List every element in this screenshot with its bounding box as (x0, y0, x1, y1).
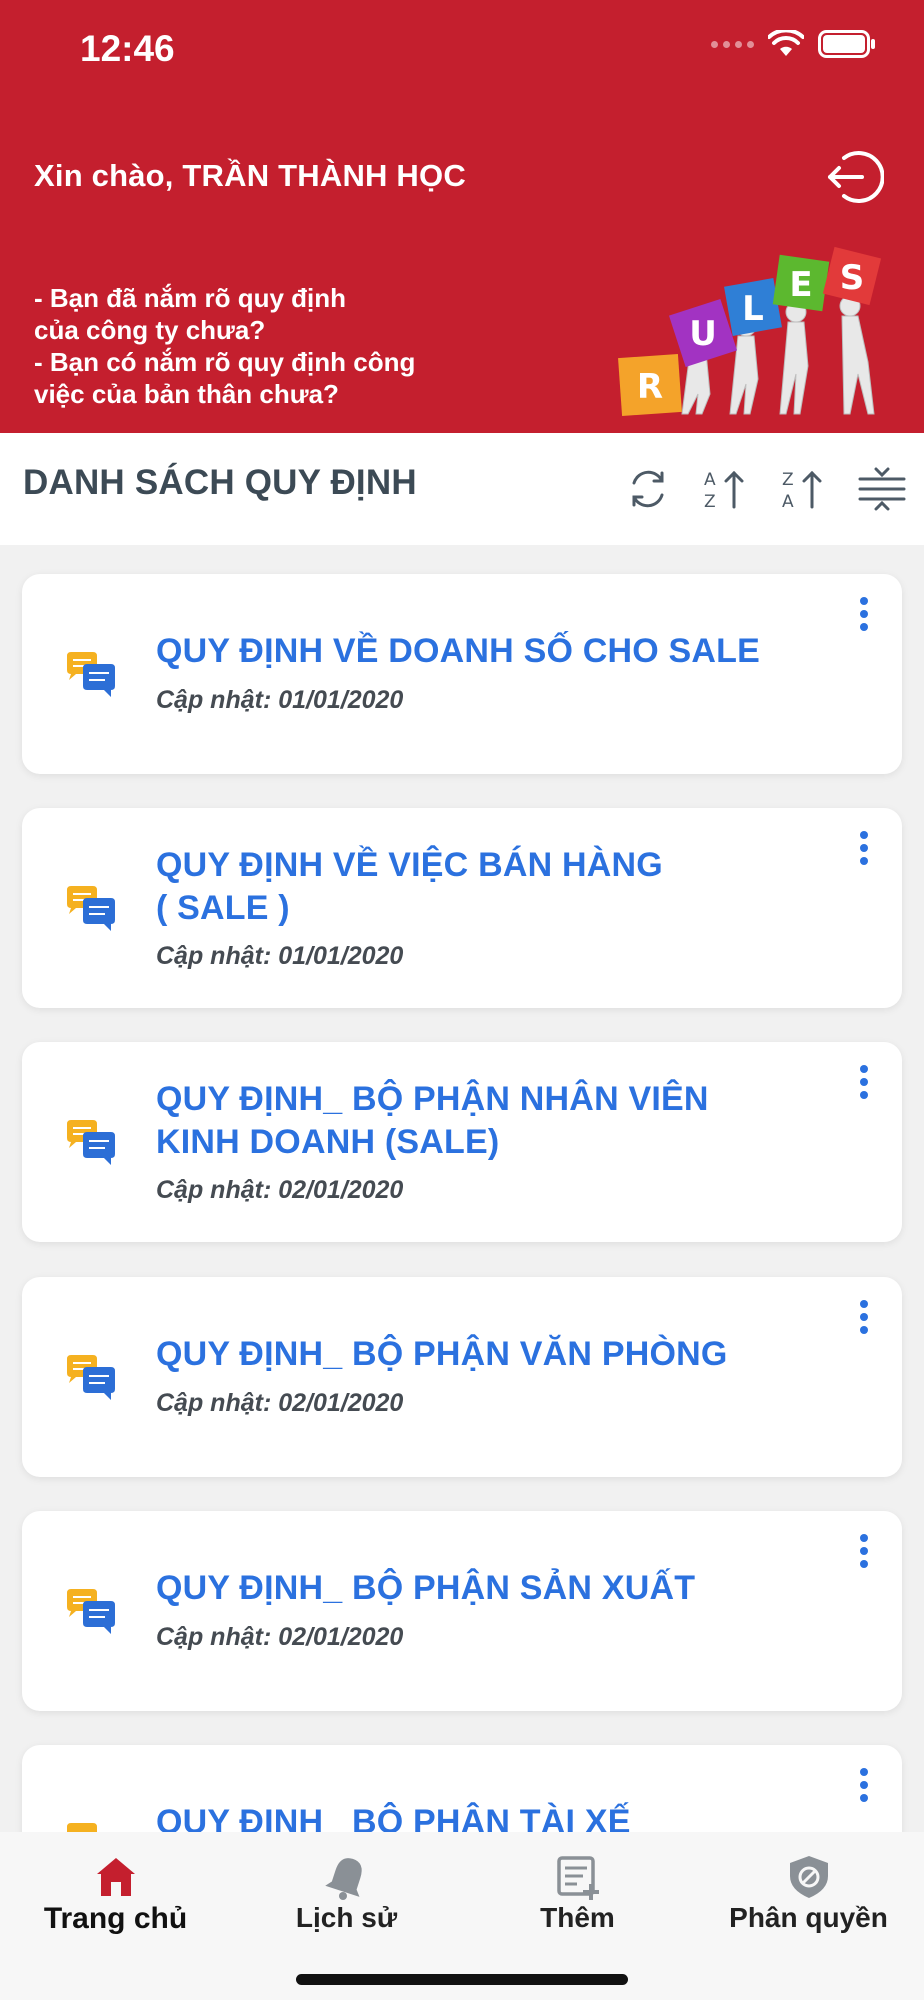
rule-title: QUY ĐỊNH VỀ DOANH SỐ CHO SALE (156, 632, 761, 670)
chat-bubbles-icon (67, 1589, 115, 1634)
chat-bubbles-icon (67, 1120, 115, 1165)
shield-icon (789, 1856, 828, 1898)
chat-bubbles-icon (67, 886, 115, 931)
svg-text:Z: Z (704, 492, 716, 512)
rules-letter-e: E (789, 265, 812, 305)
wifi-icon (768, 30, 804, 56)
more-options-icon[interactable] (854, 1299, 874, 1339)
refresh-icon[interactable] (622, 463, 674, 515)
nav-item-permissions[interactable]: Phân quyền (693, 1832, 924, 1972)
svg-text:A: A (782, 492, 794, 512)
rule-card[interactable]: QUY ĐỊNH VỀ VIỆC BÁN HÀNG ( SALE ) Cập n… (22, 808, 902, 1008)
rule-card[interactable]: QUY ĐỊNH VỀ DOANH SỐ CHO SALE Cập nhật: … (22, 574, 902, 774)
nav-label: Thêm (540, 1902, 615, 1933)
more-options-icon[interactable] (854, 830, 874, 870)
rule-title: QUY ĐỊNH_ BỘ PHẬN VĂN PHÒNG (156, 1335, 728, 1373)
rules-letter-u: U (689, 314, 717, 354)
greeting-text: Xin chào, TRẦN THÀNH HỌC (34, 158, 466, 193)
home-indicator (296, 1974, 628, 1985)
rules-letter-s: S (840, 258, 865, 298)
nav-item-add[interactable]: Thêm (462, 1832, 693, 1972)
nav-label: Trang chủ (43, 1902, 188, 1935)
rule-title: QUY ĐỊNH_ BỘ PHẬN SẢN XUẤT (156, 1569, 696, 1607)
home-icon (96, 1858, 135, 1896)
signal-icon (711, 40, 754, 48)
nav-label: Phân quyền (729, 1902, 888, 1933)
svg-text:A: A (704, 470, 716, 490)
chat-bubbles-icon (67, 1355, 115, 1400)
logout-icon[interactable] (822, 146, 884, 208)
sort-az-icon[interactable]: A Z (700, 463, 752, 515)
more-options-icon[interactable] (854, 1767, 874, 1807)
header: 12:46 Xin chào, TRẦN THÀNH HỌC - Bạn đã … (0, 0, 924, 433)
rule-updated-date: Cập nhật: 02/01/2020 (156, 1389, 404, 1417)
battery-icon (818, 30, 875, 58)
rule-updated-date: Cập nhật: 02/01/2020 (156, 1176, 404, 1204)
sort-za-icon[interactable]: Z A (778, 463, 830, 515)
list-title: DANH SÁCH QUY ĐỊNH (23, 463, 417, 502)
more-options-icon[interactable] (854, 1064, 874, 1104)
bell-icon (324, 1858, 362, 1900)
rule-card[interactable]: QUY ĐỊNH_ BỘ PHẬN VĂN PHÒNG Cập nhật: 02… (22, 1277, 902, 1477)
svg-text:Z: Z (782, 470, 794, 490)
rule-updated-date: Cập nhật: 01/01/2020 (156, 686, 404, 714)
more-options-icon[interactable] (854, 1533, 874, 1573)
rule-title: QUY ĐỊNH VỀ VIỆC BÁN HÀNG ( SALE ) (156, 846, 663, 927)
status-icons (711, 30, 876, 58)
nav-item-home[interactable]: Trang chủ (0, 1832, 231, 1972)
more-options-icon[interactable] (854, 596, 874, 636)
rules-letter-l: L (742, 289, 764, 329)
add-list-icon (556, 1856, 599, 1900)
rule-card[interactable]: QUY ĐỊNH_ BỘ PHẬN SẢN XUẤT Cập nhật: 02/… (22, 1511, 902, 1711)
rule-card[interactable]: QUY ĐỊNH_ BỘ PHẬN NHÂN VIÊN KINH DOANH (… (22, 1042, 902, 1242)
nav-item-history[interactable]: Lịch sử (231, 1832, 462, 1972)
reminder-text: - Bạn đã nắm rõ quy định của công ty chư… (34, 283, 416, 409)
rule-updated-date: Cập nhật: 01/01/2020 (156, 942, 404, 970)
status-time: 12:46 (80, 28, 175, 69)
rule-updated-date: Cập nhật: 02/01/2020 (156, 1623, 404, 1651)
rules-illustration: R U L E S (618, 246, 882, 417)
chat-bubbles-icon (67, 652, 115, 697)
rule-title: QUY ĐỊNH_ BỘ PHẬN NHÂN VIÊN KINH DOANH (… (156, 1080, 709, 1161)
nav-label: Lịch sử (295, 1902, 398, 1933)
rules-letter-r: R (637, 367, 663, 407)
collapse-icon[interactable] (856, 463, 908, 515)
list-toolbar: DANH SÁCH QUY ĐỊNH A Z Z A (0, 433, 924, 545)
